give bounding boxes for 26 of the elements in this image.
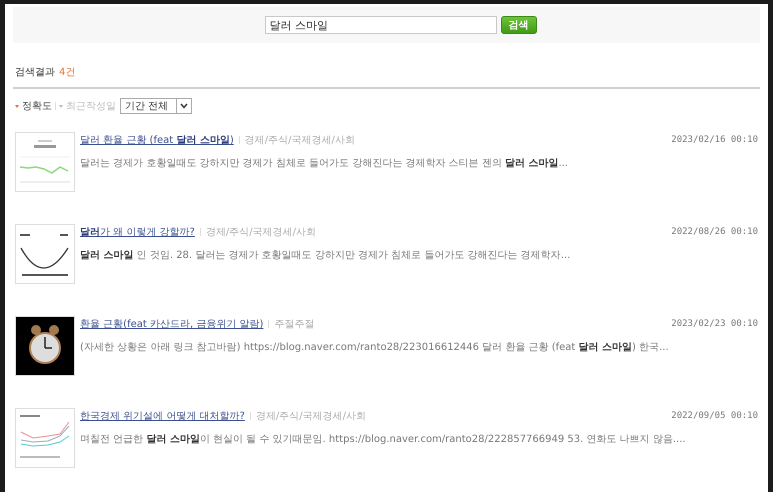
category-label: 경제/주식/국제경세/사회 <box>206 226 316 239</box>
result-snippet: 며칠전 언급한 달러 스마일이 현실이 될 수 있기때문임. https://blog.naver.com/ranto28/222857766949 53. 연화도 나쁘지 않음.... <box>80 433 687 446</box>
result-title-link[interactable]: 달러 환율 근황 (feat 달러 스마일) <box>80 133 234 147</box>
result-title-link[interactable]: 달러가 왜 이렇게 강할까? <box>80 225 195 239</box>
thumbnail[interactable] <box>15 316 75 376</box>
category-label: 경제/주식/국제경세/사회 <box>256 410 366 423</box>
result-snippet: 달러 스마일 인 것임. 28. 달러는 경제가 호황일때도 강하지만 경제가 침체로 들어가도 강해진다는 경제학자... <box>80 249 572 262</box>
caret-icon <box>180 103 188 109</box>
post-date: 2022/08/26 00:10 <box>671 227 758 237</box>
post-date: 2022/09/05 00:10 <box>671 411 758 421</box>
result-title-link[interactable]: 한국경제 위기설에 어떻게 대처할까? <box>80 409 245 423</box>
results-label: 검색결과 <box>15 66 55 79</box>
thumbnail[interactable] <box>15 224 75 284</box>
post-date: 2023/02/23 00:10 <box>671 319 758 329</box>
thumbnail[interactable] <box>15 132 75 192</box>
post-date: 2023/02/16 00:10 <box>671 135 758 145</box>
result-title-link[interactable]: 환율 근황(feat 카산드라, 금융위기 알람) <box>80 317 264 331</box>
search-field[interactable]: 달러 스마일 <box>264 16 496 34</box>
results-count: 4건 <box>59 66 76 79</box>
thumbnail[interactable] <box>15 408 75 468</box>
period-dropdown[interactable]: 기간 전체 <box>120 98 192 114</box>
sort-option[interactable]: 정확도 <box>15 99 52 113</box>
category-label: 주절주절 <box>274 318 314 331</box>
result-snippet: 달러는 경제가 호황일때도 강하지만 경제가 침체로 들어가도 강해진다는 경제학자 스티븐 젠의 달러 스마일... <box>80 157 569 170</box>
category-label: 경제/주식/국제경세/사회 <box>244 134 355 147</box>
result-snippet: (자세한 상황은 아래 링크 참고바람) https://blog.naver.com/ranto28/223016612446 달러 환율 근황 (feat 달러 스마일) 한국... <box>80 341 670 354</box>
